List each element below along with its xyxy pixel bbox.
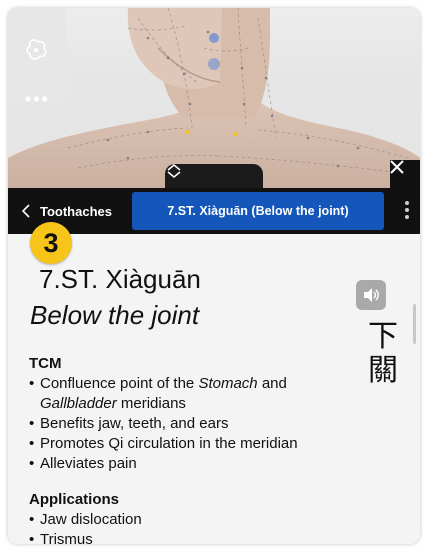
back-button-label: Toothaches	[40, 203, 112, 219]
body-model-illustration	[8, 8, 420, 188]
tcm-heading: TCM	[29, 355, 62, 372]
more-options-icon[interactable]	[404, 201, 410, 223]
hanzi-char: 關	[368, 353, 398, 388]
list-item: Confluence point of the Stomach and Gall…	[29, 374, 298, 414]
chinese-characters: 下 關	[368, 320, 408, 388]
app-window: ••• Toothaches 7.ST. Xiàguān (Below the …	[8, 8, 420, 544]
list-item: Benefits jaw, teeth, and ears	[29, 414, 298, 434]
list-item: Alleviates pain	[29, 454, 298, 474]
point-subtitle: Below the joint	[30, 300, 200, 330]
close-icon	[390, 160, 404, 174]
list-item: Trismus	[29, 530, 142, 544]
list-item: Jaw dislocation	[29, 510, 142, 530]
step-number-badge: 3	[30, 222, 72, 264]
anatomy-view-icon[interactable]	[22, 36, 50, 64]
point-name: 7.ST. Xiàguān	[39, 264, 201, 294]
close-button[interactable]	[390, 160, 420, 188]
chevron-left-icon	[22, 204, 30, 218]
point-detail-panel: 3 7.ST. Xiàguān Below the joint 下 關 TCM …	[8, 222, 420, 544]
3d-anatomy-viewport[interactable]: •••	[8, 8, 420, 188]
active-point-tab[interactable]: 7.ST. Xiàguān (Below the joint)	[132, 192, 384, 230]
back-button[interactable]: Toothaches	[8, 188, 124, 234]
list-item: Promotes Qi circulation in the meridian	[29, 434, 298, 454]
speaker-icon	[364, 288, 379, 302]
tcm-section: TCM Confluence point of the Stomach and …	[29, 354, 298, 474]
hanzi-char: 下	[368, 319, 398, 354]
applications-section: Applications Jaw dislocation Trismus	[29, 490, 142, 544]
applications-heading: Applications	[29, 491, 120, 508]
more-dots-icon[interactable]: •••	[25, 90, 50, 108]
chevron-up-down-icon	[167, 164, 181, 178]
view-side-panel: •••	[8, 8, 66, 126]
audio-pronunciation-button[interactable]	[356, 280, 386, 310]
expand-panel-handle[interactable]	[165, 164, 263, 188]
scrollbar[interactable]	[413, 304, 416, 344]
navigation-bar: Toothaches 7.ST. Xiàguān (Below the join…	[8, 188, 420, 234]
